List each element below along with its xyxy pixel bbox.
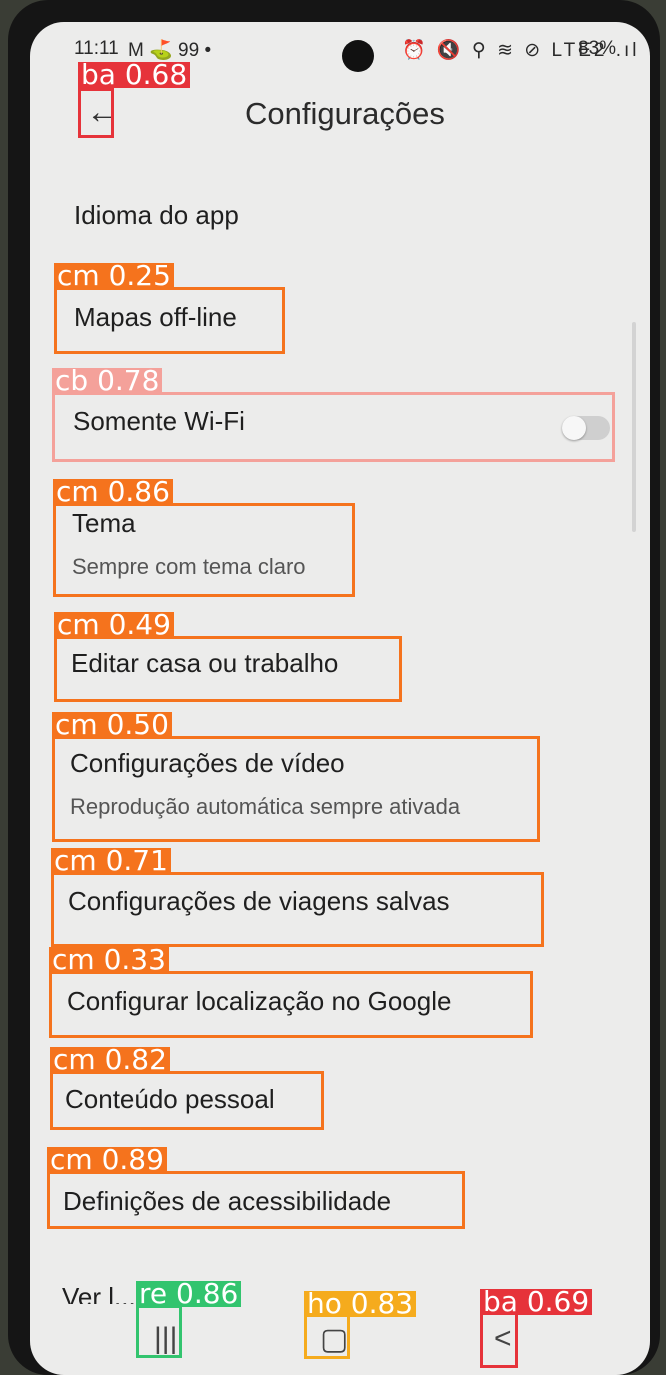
detection-box — [53, 503, 355, 597]
detection-box — [480, 1312, 518, 1368]
detection-tag: cm 0.25 — [54, 262, 174, 290]
scrollbar[interactable] — [632, 322, 636, 532]
detection-tag: cm 0.33 — [49, 946, 169, 974]
detection-tag: cm 0.82 — [50, 1046, 170, 1074]
detection-box — [47, 1171, 465, 1229]
setting-idioma-label: Idioma do app — [74, 200, 239, 230]
detection-box — [78, 88, 114, 138]
page-title: Configurações — [245, 96, 445, 131]
detection-box — [136, 1305, 182, 1358]
detection-tag: re 0.86 — [136, 1280, 242, 1308]
detection-box — [54, 287, 285, 354]
setting-idioma[interactable]: Idioma do app — [30, 198, 650, 248]
detection-tag: ho 0.83 — [304, 1290, 417, 1318]
detection-tag: cm 0.50 — [52, 711, 172, 739]
detection-box — [52, 392, 615, 462]
detection-tag: ba 0.68 — [78, 61, 191, 89]
detection-tag: cm 0.49 — [54, 611, 174, 639]
front-camera — [342, 40, 374, 72]
detection-box — [51, 872, 544, 947]
detection-box — [49, 971, 533, 1038]
detection-tag: cb 0.78 — [52, 367, 163, 395]
detection-tag: ba 0.69 — [480, 1288, 593, 1316]
detection-box — [54, 636, 402, 702]
detection-tag: cm 0.86 — [53, 478, 173, 506]
battery-level: 83% — [578, 38, 617, 59]
detection-tag: cm 0.89 — [47, 1146, 167, 1174]
app-bar: ← Configurações — [30, 84, 650, 148]
detection-tag: cm 0.71 — [51, 847, 171, 875]
detection-box — [52, 736, 540, 842]
detection-box — [50, 1071, 324, 1130]
status-time: 11:11 — [74, 38, 119, 59]
